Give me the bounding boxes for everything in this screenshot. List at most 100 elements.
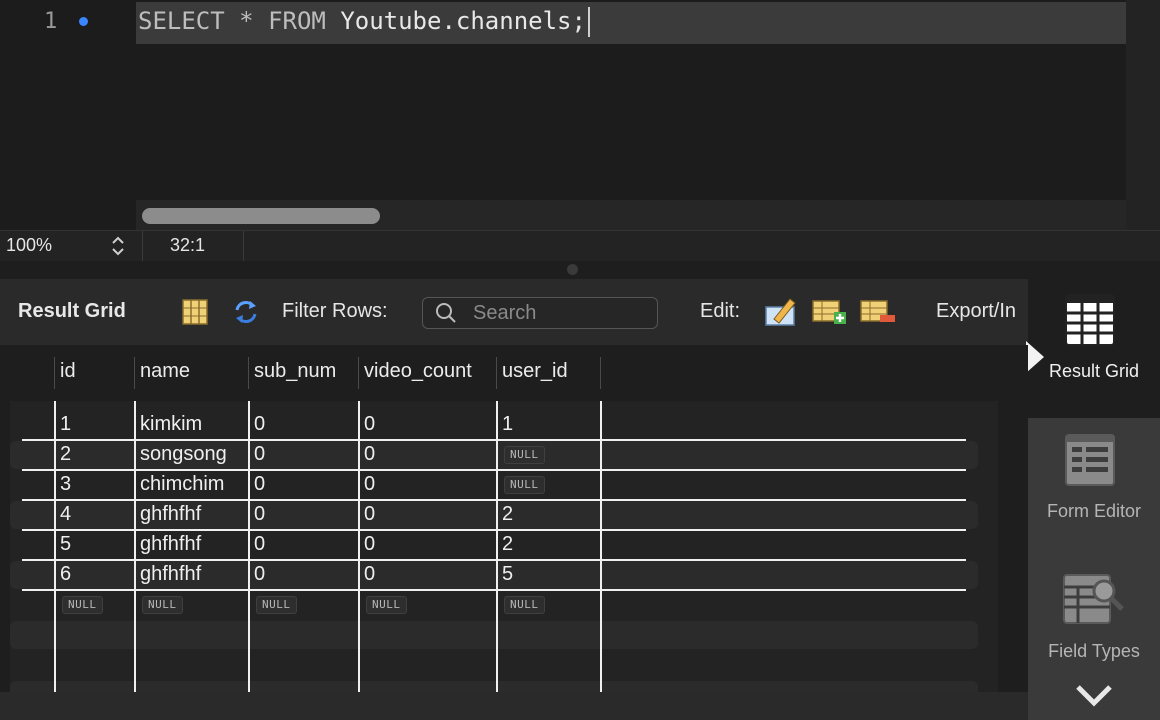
null-badge[interactable]: NULL xyxy=(366,596,407,614)
panel-splitter[interactable] xyxy=(0,261,1160,279)
status-divider xyxy=(243,231,244,261)
filter-rows-label: Filter Rows: xyxy=(282,300,388,322)
column-line xyxy=(134,401,136,693)
table-cell[interactable]: 0 xyxy=(254,503,265,526)
table-cell[interactable]: chimchim xyxy=(140,473,224,496)
table-cell[interactable]: 0 xyxy=(254,563,265,586)
status-divider xyxy=(142,231,143,261)
row-line xyxy=(22,469,966,471)
table-cell[interactable]: 2 xyxy=(502,503,513,526)
keyword-select: SELECT xyxy=(138,7,225,35)
result-view-sidebar: Result Grid Form Editor Field Types xyxy=(1026,279,1160,720)
grid-horizontal-scrollbar[interactable] xyxy=(0,692,1028,720)
column-grid-icon[interactable] xyxy=(181,298,209,326)
chevron-down-icon[interactable] xyxy=(1074,681,1114,711)
column-divider[interactable] xyxy=(600,357,601,389)
column-divider[interactable] xyxy=(134,357,135,389)
search-input[interactable] xyxy=(473,298,648,328)
column-divider[interactable] xyxy=(248,357,249,389)
statement-marker-icon[interactable] xyxy=(79,17,88,26)
null-badge[interactable]: NULL xyxy=(142,596,183,614)
export-import-label[interactable]: Export/In xyxy=(936,300,1016,323)
table-cell[interactable]: 0 xyxy=(364,533,375,556)
null-badge[interactable]: NULL xyxy=(62,596,103,614)
column-line xyxy=(600,401,602,693)
editor-gutter: 1 xyxy=(0,0,136,230)
horizontal-scroll-thumb[interactable] xyxy=(142,208,380,224)
table-cell[interactable]: 0 xyxy=(254,533,265,556)
column-line xyxy=(496,401,498,693)
table-cell[interactable]: 0 xyxy=(254,473,265,496)
null-badge[interactable]: NULL xyxy=(504,476,545,494)
field-types-view-button[interactable]: Field Types xyxy=(1028,563,1160,720)
line-number: 1 xyxy=(44,9,58,34)
row-line xyxy=(22,499,966,501)
table-cell[interactable]: 0 xyxy=(364,413,375,436)
table-cell[interactable]: 1 xyxy=(502,413,513,436)
cursor-position: 32:1 xyxy=(170,235,206,255)
form-editor-view-button[interactable]: Form Editor xyxy=(1028,423,1160,553)
column-header-sub-num[interactable]: sub_num xyxy=(254,360,336,383)
table-cell[interactable]: 4 xyxy=(60,503,71,526)
row-line xyxy=(22,589,966,591)
column-divider[interactable] xyxy=(496,357,497,389)
null-badge[interactable]: NULL xyxy=(504,446,545,464)
add-row-icon[interactable] xyxy=(812,298,848,326)
table-cell[interactable]: 3 xyxy=(60,473,71,496)
edit-label: Edit: xyxy=(700,300,741,322)
filter-search-box[interactable] xyxy=(422,297,658,329)
column-divider[interactable] xyxy=(358,357,359,389)
null-badge[interactable]: NULL xyxy=(504,596,545,614)
editor-status-bar: 100% 32:1 xyxy=(0,230,1160,261)
row-line xyxy=(22,559,966,561)
table-cell[interactable]: ghfhfhf xyxy=(140,503,201,526)
table-cell[interactable]: ghfhfhf xyxy=(140,563,201,586)
column-header-video-count[interactable]: video_count xyxy=(364,360,472,383)
result-grid-view-label: Result Grid xyxy=(1048,361,1140,381)
result-toolbar: Result Grid Filter Rows: Edit: xyxy=(0,279,1028,346)
field-types-icon xyxy=(1063,574,1124,624)
row-line xyxy=(22,529,966,531)
column-header-id[interactable]: id xyxy=(60,360,76,383)
table-cell[interactable]: 0 xyxy=(364,443,375,466)
table-cell[interactable]: kimkim xyxy=(140,413,202,436)
vertical-scrollbar[interactable] xyxy=(1126,0,1160,230)
edit-row-icon[interactable] xyxy=(764,295,798,327)
zoom-level[interactable]: 100% xyxy=(6,235,52,256)
table-cell[interactable]: 1 xyxy=(60,413,71,436)
sql-editor[interactable]: 1 SELECT * FROM Youtube.channels; xyxy=(0,0,1160,230)
table-cell[interactable]: ghfhfhf xyxy=(140,533,201,556)
column-line xyxy=(54,401,56,693)
result-grid-icon xyxy=(1065,294,1115,346)
table-cell[interactable]: 0 xyxy=(364,473,375,496)
table-cell[interactable]: 5 xyxy=(60,533,71,556)
table-cell[interactable]: 5 xyxy=(502,563,513,586)
column-header-user-id[interactable]: user_id xyxy=(502,360,568,383)
form-editor-icon xyxy=(1065,434,1115,486)
table-cell[interactable]: 0 xyxy=(364,563,375,586)
table-cell[interactable]: 0 xyxy=(254,443,265,466)
table-cell[interactable]: 2 xyxy=(60,443,71,466)
sql-statement[interactable]: SELECT * FROM Youtube.channels; xyxy=(138,7,590,37)
column-line xyxy=(248,401,250,693)
null-badge[interactable]: NULL xyxy=(256,596,297,614)
column-header-name[interactable]: name xyxy=(140,360,190,383)
row-stripe xyxy=(10,621,978,649)
result-grid[interactable]: id name sub_num video_count user_id 1 ki… xyxy=(0,345,1028,720)
column-line xyxy=(358,401,360,693)
splitter-handle[interactable] xyxy=(567,264,578,275)
table-identifier: Youtube.channels; xyxy=(340,7,586,35)
column-divider[interactable] xyxy=(54,357,55,389)
table-cell[interactable]: 0 xyxy=(364,503,375,526)
delete-row-icon[interactable] xyxy=(860,298,896,326)
zoom-stepper-icon[interactable] xyxy=(108,234,128,258)
result-grid-view-button[interactable]: Result Grid xyxy=(1026,279,1160,418)
refresh-icon[interactable] xyxy=(232,298,260,326)
table-cell[interactable]: 6 xyxy=(60,563,71,586)
search-icon xyxy=(436,303,456,323)
table-cell[interactable]: 0 xyxy=(254,413,265,436)
table-cell[interactable]: 2 xyxy=(502,533,513,556)
table-cell[interactable]: songsong xyxy=(140,443,227,466)
row-line xyxy=(22,439,966,441)
form-editor-view-label: Form Editor xyxy=(1046,501,1142,521)
